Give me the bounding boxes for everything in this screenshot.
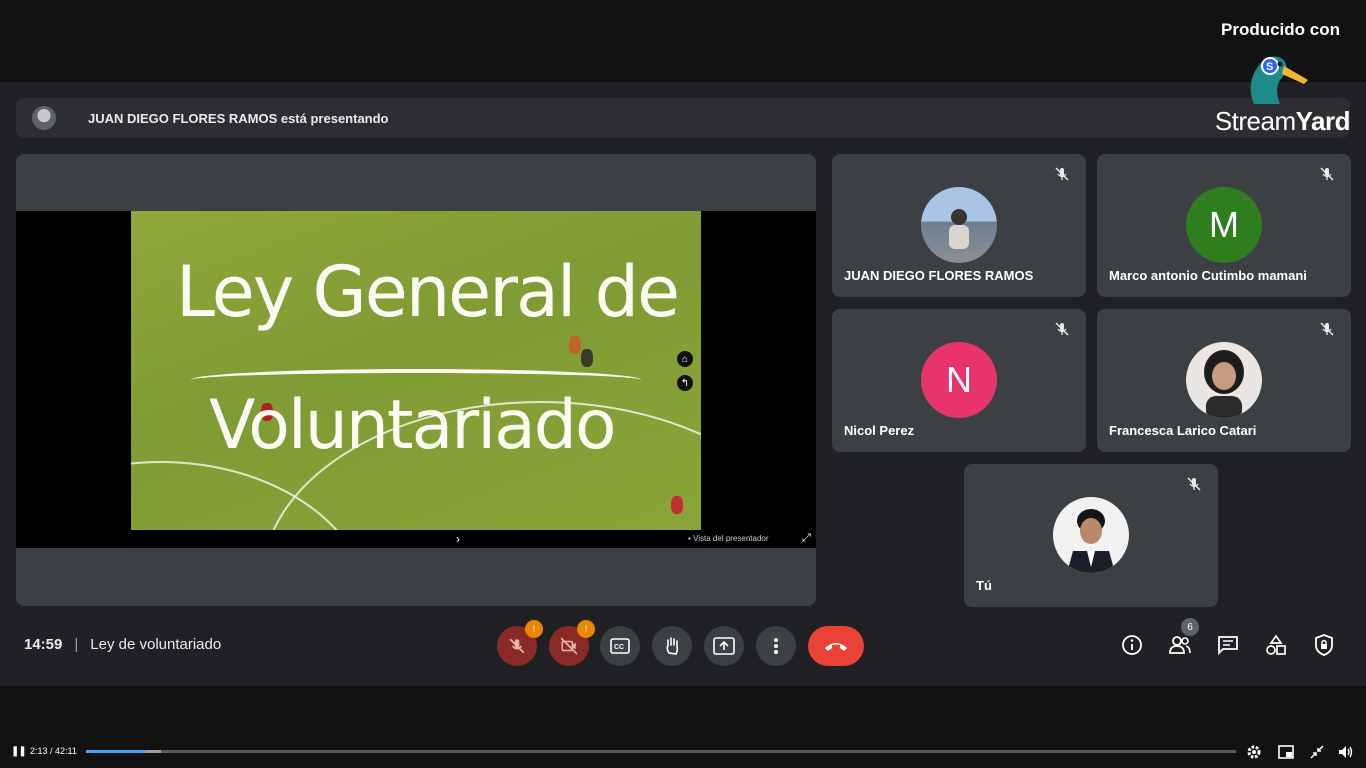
mic-muted-icon — [1055, 322, 1069, 336]
meeting-details-button[interactable] — [1119, 632, 1145, 658]
presenter-view-link[interactable]: ▪ Vista del presentador — [688, 534, 769, 543]
seek-bar[interactable] — [86, 750, 1236, 753]
chat-icon — [1218, 636, 1238, 655]
host-controls-button[interactable] — [1311, 632, 1337, 658]
person-photo-icon — [949, 209, 969, 249]
raise-hand-button[interactable] — [652, 626, 692, 666]
participant-tile-self[interactable]: Tú — [964, 464, 1218, 607]
volume-button[interactable] — [1337, 743, 1355, 761]
pause-icon[interactable]: ❚❚ — [11, 746, 27, 757]
warning-badge: ! — [577, 620, 595, 638]
meeting-info: 14:59 | Ley de voluntariado — [24, 636, 221, 653]
miniplayer-button[interactable] — [1277, 743, 1295, 761]
next-slide-icon[interactable]: › — [456, 532, 460, 546]
end-call-button[interactable] — [808, 626, 864, 666]
presentation-footer: › ▪ Vista del presentador ⤢ — [16, 530, 816, 548]
participant-avatar — [921, 187, 997, 263]
activities-button[interactable] — [1263, 632, 1289, 658]
seek-bar-progress — [86, 750, 147, 753]
participant-tile[interactable]: N Nicol Perez — [832, 309, 1086, 452]
back-icon[interactable]: ↰ — [677, 375, 693, 391]
svg-text:CC: CC — [614, 644, 624, 651]
participant-name: Marco antonio Cutimbo mamani — [1109, 268, 1307, 283]
activities-icon — [1266, 634, 1286, 655]
participant-name: Tú — [976, 578, 992, 593]
slide-title-line-2: Voluntariado — [209, 386, 617, 465]
participant-name: Nicol Perez — [844, 423, 915, 438]
volume-icon — [1339, 746, 1353, 758]
captions-icon: CC — [610, 638, 630, 654]
presenter-banner-text: JUAN DIEGO FLORES RAMOS está presentando — [88, 110, 389, 126]
host-controls-icon — [1315, 634, 1333, 656]
info-icon — [1122, 635, 1142, 655]
expand-icon[interactable]: ⤢ — [802, 532, 811, 545]
mic-muted-icon — [1187, 477, 1201, 491]
present-screen-button[interactable] — [704, 626, 744, 666]
meeting-title: Ley de voluntariado — [90, 636, 222, 653]
exit-fullscreen-button[interactable] — [1308, 743, 1326, 761]
shared-screen: Ley General de Voluntariado ⌂ ↰ — [16, 211, 816, 530]
produced-with-label: Producido con — [1221, 20, 1340, 39]
participant-tile[interactable]: Francesca Larico Catari — [1097, 309, 1351, 452]
mic-off-icon — [509, 638, 525, 654]
picture-in-picture-icon — [1278, 745, 1294, 759]
top-bar — [0, 0, 1366, 82]
participant-tile[interactable]: JUAN DIEGO FLORES RAMOS — [832, 154, 1086, 297]
captions-button[interactable]: CC — [600, 626, 640, 666]
camera-off-icon — [560, 637, 578, 655]
presenter-avatar — [32, 106, 56, 130]
home-icon[interactable]: ⌂ — [677, 351, 693, 367]
end-call-icon — [825, 643, 847, 651]
participant-avatar: M — [1186, 187, 1262, 263]
streamyard-duck-logo: S — [1250, 56, 1308, 104]
streamyard-branding: Producido con S StreamYard — [1200, 18, 1351, 138]
more-options-icon — [774, 638, 778, 654]
gear-icon — [1247, 745, 1261, 759]
mic-muted-icon — [1320, 322, 1334, 336]
participant-avatar — [1186, 342, 1262, 418]
person-photo-icon — [1204, 350, 1244, 418]
field-player — [671, 496, 683, 514]
more-options-button[interactable] — [756, 626, 796, 666]
separator: | — [74, 636, 79, 653]
mic-muted-icon — [1055, 167, 1069, 181]
participant-tile[interactable]: M Marco antonio Cutimbo mamani — [1097, 154, 1351, 297]
camera-toggle-button[interactable]: ! — [549, 620, 595, 666]
video-player-bar: ❚❚ 2:13 / 42:11 — [0, 738, 1366, 768]
participant-name: Francesca Larico Catari — [1109, 423, 1257, 438]
video-time: 2:13 / 42:11 — [30, 746, 77, 756]
warning-badge: ! — [525, 620, 543, 638]
mic-muted-icon — [1320, 167, 1334, 181]
slide-title-line-1: Ley General de — [176, 251, 680, 333]
participant-avatar — [1053, 497, 1129, 573]
settings-button[interactable] — [1245, 743, 1263, 761]
collapse-icon — [1310, 745, 1324, 759]
chat-button[interactable] — [1215, 632, 1241, 658]
person-photo-icon — [1067, 509, 1115, 573]
svg-text:S: S — [1266, 61, 1273, 73]
presentation-slide: Ley General de Voluntariado ⌂ ↰ — [131, 211, 701, 530]
participant-name: JUAN DIEGO FLORES RAMOS — [844, 268, 1034, 283]
presenter-banner: JUAN DIEGO FLORES RAMOS está presentando — [16, 98, 1350, 138]
mic-toggle-button[interactable]: ! — [497, 620, 543, 666]
present-icon — [713, 637, 735, 655]
presentation-stage: Ley General de Voluntariado ⌂ ↰ › ▪ Vist… — [16, 154, 816, 606]
people-icon — [1169, 636, 1191, 654]
field-player — [569, 336, 581, 354]
raise-hand-icon — [666, 637, 679, 655]
field-player — [581, 349, 593, 367]
participant-count-badge: 6 — [1181, 618, 1199, 636]
meeting-clock: 14:59 — [24, 636, 63, 653]
streamyard-wordmark: StreamYard — [1214, 106, 1351, 136]
participant-avatar: N — [921, 342, 997, 418]
